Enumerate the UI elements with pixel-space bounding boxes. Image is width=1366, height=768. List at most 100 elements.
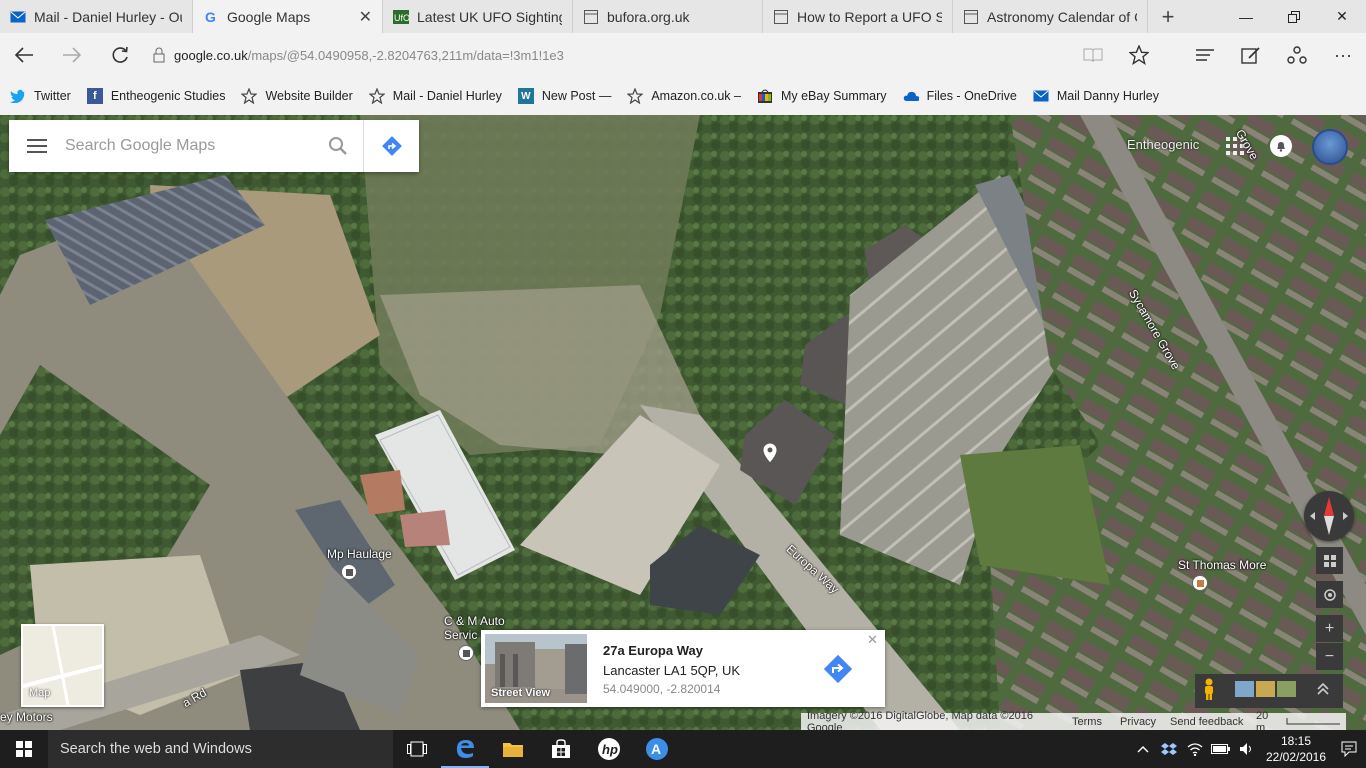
place-label[interactable]: C & M Auto [444, 614, 505, 628]
page-icon [963, 9, 979, 25]
star-icon [627, 88, 644, 104]
favorite-label: Entheogenic Studies [110, 89, 226, 103]
close-window-button[interactable]: ✕ [1318, 0, 1366, 33]
menu-icon[interactable] [9, 120, 65, 172]
coordinates: 54.049000, -2.820014 [603, 682, 721, 696]
directions-icon[interactable] [821, 652, 855, 691]
zoom-in-button[interactable]: + [1316, 615, 1343, 642]
privacy-link[interactable]: Privacy [1114, 713, 1164, 730]
zoom-out-button[interactable]: − [1316, 643, 1343, 670]
scale-label: 20 m [1256, 709, 1269, 731]
favorite-twitter[interactable]: Twitter [10, 88, 71, 104]
place-label[interactable]: Mp Haulage [327, 547, 392, 561]
favorite-amazon[interactable]: Amazon.co.uk – [627, 88, 741, 104]
hub-icon[interactable] [1182, 33, 1228, 77]
street-view-thumbnail[interactable]: Street View [485, 634, 587, 703]
tab-ufo-sightings[interactable]: UfO Latest UK UFO Sightings | [383, 0, 573, 33]
selected-location-pin-icon[interactable] [761, 442, 779, 469]
favorite-new-post[interactable]: W New Post — [517, 88, 611, 104]
show-hidden-icons-chevron-icon[interactable] [1130, 745, 1156, 753]
favorite-entheogenic[interactable]: f Entheogenic Studies [86, 88, 226, 104]
map-toggle-label: Map [29, 687, 51, 699]
school-pin-icon[interactable] [1192, 575, 1208, 591]
favorite-label: Website Builder [265, 89, 353, 103]
tab-bufora[interactable]: bufora.org.uk [573, 0, 763, 33]
hp-icon[interactable]: hp [585, 730, 633, 768]
divider [1162, 33, 1182, 77]
favorite-onedrive[interactable]: Files - OneDrive [903, 88, 1017, 104]
task-view-icon[interactable] [393, 730, 441, 768]
avatar[interactable] [1312, 129, 1348, 165]
more-icon[interactable]: ··· [1320, 33, 1366, 77]
favorite-ebay[interactable]: My eBay Summary [757, 88, 887, 104]
close-card-icon[interactable]: ✕ [867, 632, 878, 648]
forward-button[interactable] [48, 33, 96, 77]
account-name[interactable]: Entheogenic [1127, 137, 1199, 152]
search-input[interactable] [65, 126, 313, 166]
send-feedback-link[interactable]: Send feedback [1164, 713, 1250, 730]
favorite-website-builder[interactable]: Website Builder [241, 88, 353, 104]
imagery-thumb-icon[interactable] [1235, 680, 1297, 702]
tab-bar: Mail - Daniel Hurley - Out G Google Maps… [0, 0, 1366, 33]
url-field[interactable]: google.co.uk/maps/@54.0490958,-2.8204763… [174, 48, 564, 63]
place-pin-icon[interactable] [341, 564, 357, 580]
favorite-mail-daniel[interactable]: Mail - Daniel Hurley [368, 88, 502, 104]
dropbox-icon[interactable] [1156, 742, 1182, 756]
minimize-button[interactable]: — [1222, 0, 1270, 33]
terms-link[interactable]: Terms [1066, 713, 1114, 730]
compass-icon[interactable] [1304, 491, 1354, 541]
store-icon[interactable] [537, 730, 585, 768]
attribution: Imagery ©2016 DigitalGlobe, Map data ©20… [801, 710, 1066, 730]
taskbar-search[interactable]: Search the web and Windows [48, 730, 393, 768]
svg-text:UfO: UfO [394, 13, 409, 23]
favorite-label: My eBay Summary [780, 89, 887, 103]
taskbar: Search the web and Windows hp A 18:15 22… [0, 730, 1366, 768]
tilt-grid-icon[interactable] [1316, 547, 1343, 574]
window-controls: — ✕ [1222, 0, 1366, 33]
tab-astronomy[interactable]: Astronomy Calendar of Ce [953, 0, 1148, 33]
tab-report-ufo[interactable]: How to Report a UFO Sigh [763, 0, 953, 33]
ebay-icon [757, 88, 773, 104]
scale-line-icon [1286, 717, 1340, 724]
battery-icon[interactable] [1208, 743, 1234, 755]
wifi-icon[interactable] [1182, 742, 1208, 756]
share-icon[interactable] [1274, 33, 1320, 77]
map-view-toggle[interactable]: Map [21, 624, 104, 707]
place-label[interactable]: Servic [444, 628, 477, 642]
favorite-star-icon[interactable] [1116, 33, 1162, 77]
web-note-icon[interactable] [1228, 33, 1274, 77]
satellite-map[interactable]: Entheogenic Sycamore Grove Grove Europa … [0, 115, 1366, 730]
page-icon [773, 9, 789, 25]
back-button[interactable] [0, 33, 48, 77]
tab-mail[interactable]: Mail - Daniel Hurley - Out [0, 0, 193, 33]
lock-icon [144, 47, 174, 63]
scale-bar[interactable]: 20 m [1250, 709, 1346, 731]
new-tab-button[interactable]: + [1148, 0, 1188, 33]
favorite-mail-danny[interactable]: Mail Danny Hurley [1033, 88, 1159, 104]
place-pin-icon[interactable] [458, 645, 474, 661]
reading-view-icon[interactable] [1070, 33, 1116, 77]
clock[interactable]: 18:15 22/02/2016 [1260, 733, 1332, 765]
favorite-label: Mail - Daniel Hurley [392, 89, 502, 103]
app-a-icon[interactable]: A [633, 730, 681, 768]
location-info-card: Street View 27a Europa Way Lancaster LA1… [481, 630, 885, 707]
windows-start-icon[interactable] [0, 730, 48, 768]
search-icon[interactable] [313, 120, 363, 172]
refresh-button[interactable] [96, 33, 144, 77]
directions-icon[interactable] [363, 120, 419, 172]
address-line-2: Lancaster LA1 5QP, UK [603, 663, 741, 678]
tab-google-maps[interactable]: G Google Maps ✕ [193, 0, 383, 33]
maximize-button[interactable] [1270, 0, 1318, 33]
action-center-icon[interactable] [1332, 741, 1366, 757]
my-location-icon[interactable] [1316, 581, 1343, 608]
edge-browser-icon[interactable] [441, 730, 489, 768]
close-tab-icon[interactable]: ✕ [359, 7, 372, 27]
expand-chevron-icon[interactable] [1317, 682, 1329, 701]
star-icon [241, 88, 258, 104]
pegman-icon[interactable] [1203, 678, 1215, 705]
place-label[interactable]: St Thomas More [1178, 558, 1266, 572]
volume-icon[interactable] [1234, 742, 1260, 756]
date: 22/02/2016 [1265, 750, 1327, 764]
notifications-bell-icon[interactable] [1270, 135, 1292, 157]
file-explorer-icon[interactable] [489, 730, 537, 768]
